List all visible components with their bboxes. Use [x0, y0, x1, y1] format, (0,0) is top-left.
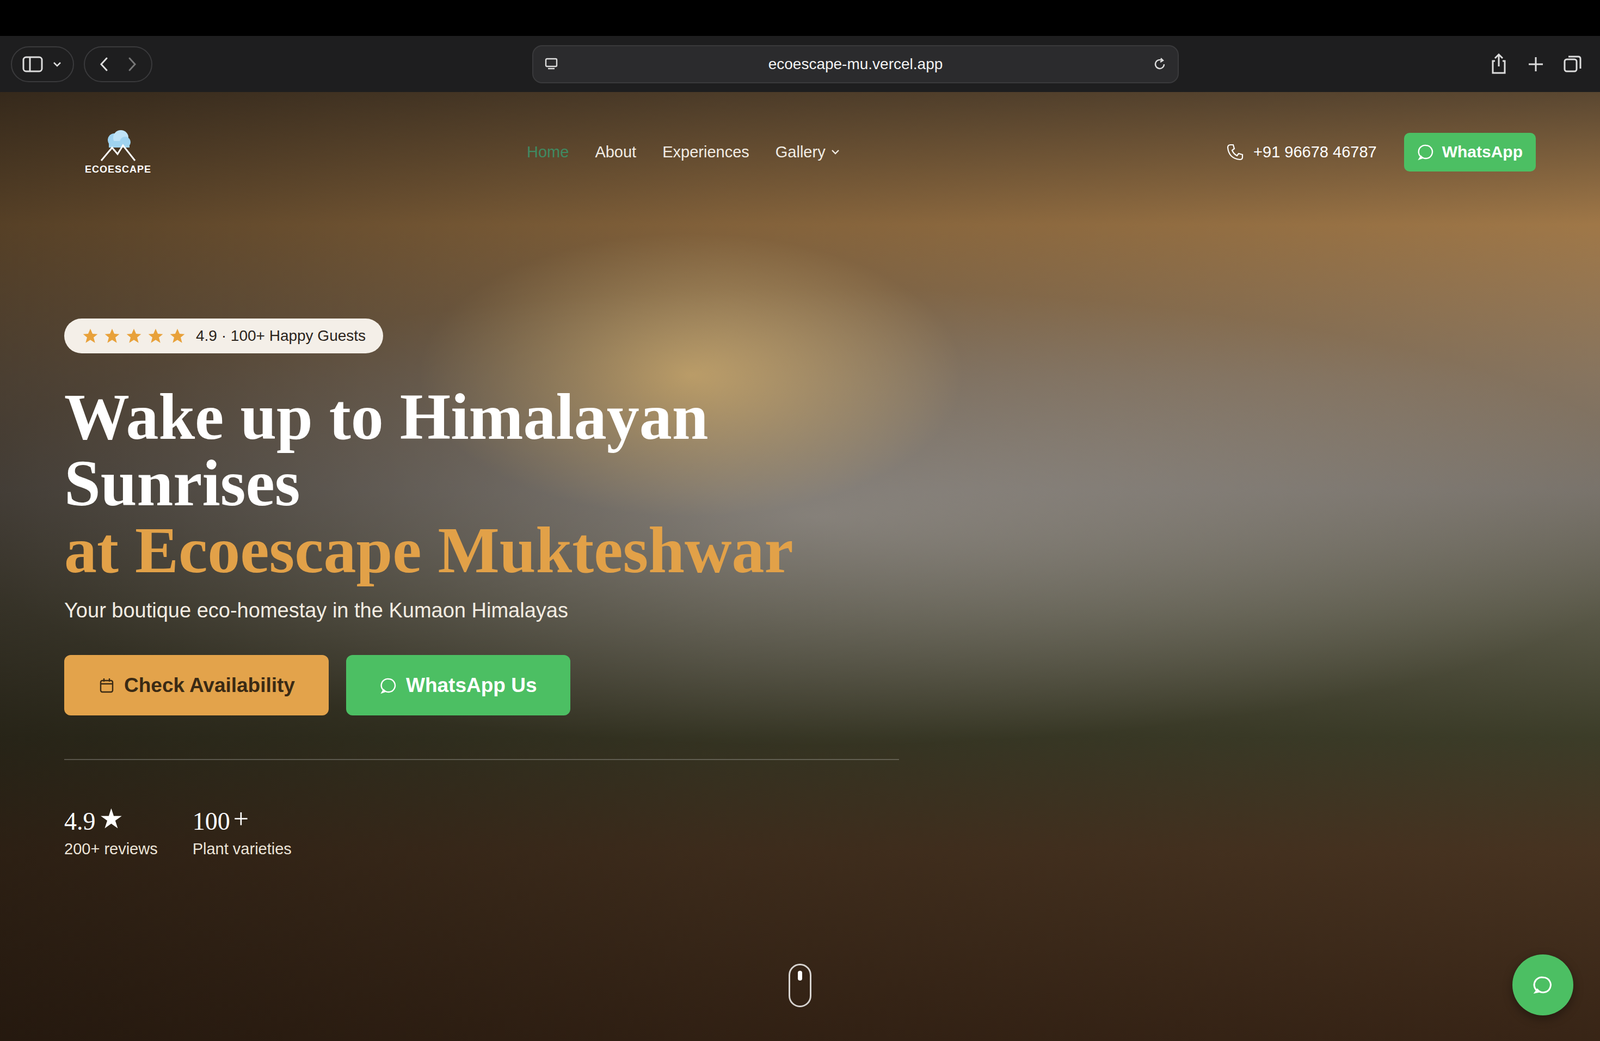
star-icon: [125, 327, 143, 345]
history-buttons: [83, 46, 153, 83]
nav-link[interactable]: Experiences: [662, 143, 750, 162]
new-tab-icon[interactable]: [1524, 53, 1547, 76]
star-icon: [146, 327, 165, 345]
share-icon[interactable]: [1487, 52, 1510, 77]
nav-link[interactable]: About: [594, 143, 637, 162]
whatsapp-button[interactable]: WhatsApp: [1404, 132, 1536, 172]
logo-text: ECOESCAPE: [84, 163, 152, 176]
toolbar-actions: [1487, 52, 1590, 77]
logo-mountain-icon: [99, 128, 138, 163]
nav-contact: +91 96678 46787 WhatsApp: [1226, 132, 1536, 172]
chat-icon: [1417, 143, 1435, 161]
whatsapp-button[interactable]: WhatsApp Us: [346, 654, 571, 716]
title-text: Wake up to Himalayan Sunrises: [64, 383, 827, 518]
rating-text: 4.9 · 100+ Happy Guests: [195, 327, 366, 345]
chat-fab[interactable]: [1512, 954, 1574, 1015]
phone-link[interactable]: +91 96678 46787: [1226, 142, 1377, 162]
nav-link[interactable]: Home: [526, 143, 569, 162]
hero-subtitle: Your boutique eco-homestay in the Kumaon…: [64, 598, 569, 623]
nav-link[interactable]: Gallery: [775, 143, 842, 162]
hero-stats: 4.9★ 200+ reviews 100+ Plant varieties: [64, 806, 292, 858]
nav-links: Home About Experiences Gallery: [526, 143, 842, 162]
browser-toolbar: ecoescape-mu.vercel.app: [0, 35, 1600, 92]
stat-item: 100+ Plant varieties: [192, 806, 292, 858]
chevron-down-icon: [51, 58, 64, 71]
sidebar-toggle[interactable]: [10, 46, 75, 83]
hero-title: Wake up to Himalayan Sunrises at Ecoesca…: [64, 383, 827, 584]
stat-label: Plant varieties: [192, 839, 292, 858]
site-nav: ECOESCAPE Home About Experiences Gallery…: [0, 119, 1600, 185]
tabs-icon[interactable]: [1561, 53, 1584, 76]
stat-label: 200+ reviews: [64, 839, 158, 858]
forward-icon[interactable]: [121, 54, 142, 75]
address-bar[interactable]: ecoescape-mu.vercel.app: [532, 45, 1179, 84]
stat-value: 4.9★: [64, 806, 158, 836]
star-icon: [168, 327, 187, 345]
divider: [64, 758, 900, 760]
calendar-icon: [97, 676, 116, 694]
stat-item: 4.9★ 200+ reviews: [64, 806, 158, 858]
star-rating: [81, 327, 187, 345]
booking-button[interactable]: Check Availability: [64, 654, 329, 716]
rating-badge: 4.9 · 100+ Happy Guests: [64, 318, 384, 354]
chevron-down-icon: [828, 145, 842, 159]
star-icon: [81, 327, 100, 345]
page-icon: [543, 56, 560, 73]
top-strip: [0, 0, 1600, 36]
hero-section: ECOESCAPE Home About Experiences Gallery…: [0, 91, 1600, 1041]
hero-actions: Check Availability WhatsApp Us: [64, 654, 571, 716]
logo[interactable]: ECOESCAPE: [84, 128, 152, 176]
star-icon: [103, 327, 121, 345]
chat-icon: [379, 676, 398, 694]
reload-icon[interactable]: [1151, 56, 1168, 73]
scroll-indicator[interactable]: [788, 963, 812, 1007]
chat-icon: [1531, 973, 1554, 996]
stat-value: 100+: [192, 806, 292, 836]
title-highlight: at Ecoescape Mukteshwar: [64, 517, 827, 584]
hero-content: 4.9 · 100+ Happy Guests Wake up to Himal…: [0, 184, 1600, 858]
sidebar-icon: [21, 54, 44, 74]
browser-window: ecoescape-mu.vercel.app ECOESCAPE Home A…: [0, 0, 1600, 1041]
phone-icon: [1226, 142, 1245, 162]
back-icon[interactable]: [94, 54, 115, 75]
url-text: ecoescape-mu.vercel.app: [559, 55, 1152, 73]
